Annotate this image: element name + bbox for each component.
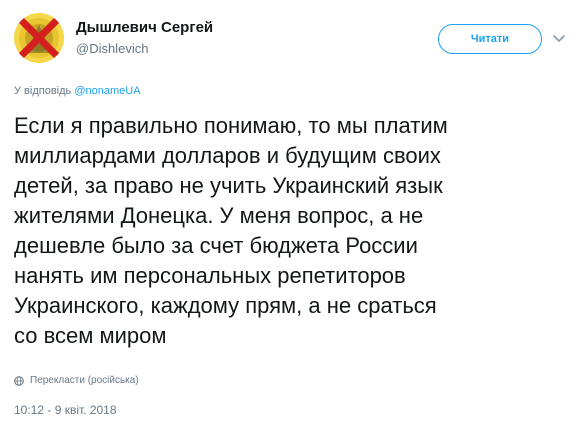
translate-link[interactable]: Перекласти (російська) (14, 375, 139, 386)
tweet-text: Если я правильно понимаю, то мы платим м… (14, 111, 569, 351)
tweet-line: нанять им персональных репетиторов (14, 263, 406, 288)
tweet-line: Если я правильно понимаю, то мы платим (14, 113, 448, 138)
globe-icon (14, 375, 24, 386)
tweet-card: Дышлевич Сергей @Dishlevich Читати У від… (0, 0, 577, 425)
tweet-line: миллиардами долларов и будущим своих (14, 143, 441, 168)
user-name[interactable]: Дышлевич Сергей (76, 19, 213, 36)
avatar[interactable] (14, 13, 64, 63)
avatar-image (14, 13, 64, 63)
chevron-down-icon[interactable] (552, 32, 566, 44)
tweet-line: Украинского, каждому прям, а не сраться (14, 293, 437, 318)
tweet-line: со всем миром (14, 323, 167, 348)
user-handle[interactable]: @Dishlevich (76, 41, 148, 56)
follow-button[interactable]: Читати (438, 24, 542, 54)
tweet-line: жителями Донецка. У меня вопрос, а не (14, 203, 424, 228)
translate-label: Перекласти (російська) (30, 375, 139, 386)
reply-prefix: У відповідь (14, 85, 75, 97)
tweet-timestamp[interactable]: 10:12 - 9 квіт. 2018 (14, 403, 117, 417)
reply-mention-link[interactable]: @nonameUA (74, 85, 140, 97)
tweet-line: детей, за право не учить Украинский язык (14, 173, 443, 198)
tweet-line: дешевле было за счет бюджета России (14, 233, 418, 258)
reply-context: У відповідь @nonameUA (14, 85, 141, 97)
